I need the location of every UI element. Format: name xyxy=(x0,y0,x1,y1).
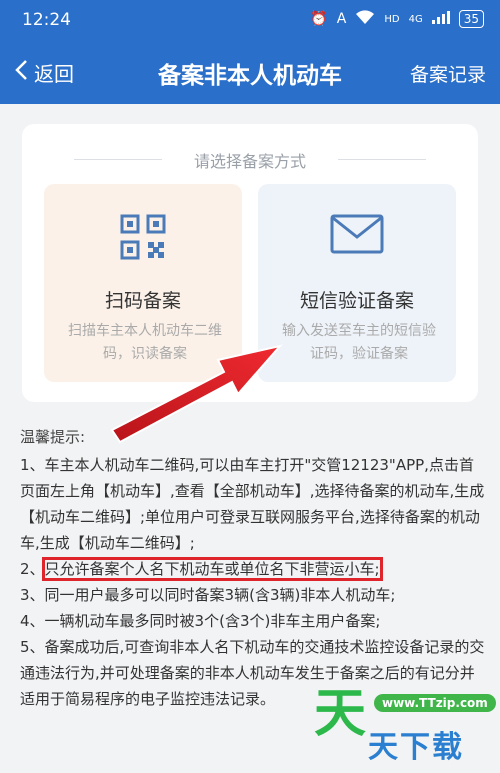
watermark-url: www.TTzip.com xyxy=(374,694,496,712)
notice-item-2-number: 2、 xyxy=(20,560,45,578)
scan-register-title: 扫码备案 xyxy=(104,290,181,312)
scan-register-card[interactable]: 扫码备案 扫描车主本人机动车二维码，识读备案 xyxy=(44,184,242,382)
nav-bar: 返回 备案非本人机动车 备案记录 xyxy=(0,40,500,104)
method-heading: 请选择备案方式 xyxy=(22,148,478,172)
notice-section: 温馨提示: 1、车主本人机动车二维码,可以由车主打开"交管12123"APP,点… xyxy=(20,424,486,712)
notice-item-2: 2、只允许备案个人名下机动车或单位名下非营运小车; xyxy=(20,556,486,582)
method-panel: 请选择备案方式 扫码备案 扫描车主本人机动车二维码，识读备案 短信验证备案 输入… xyxy=(22,124,478,402)
accessibility-icon: A xyxy=(336,11,347,27)
sms-verify-card[interactable]: 短信验证备案 输入发送至车主的短信验证码，验证备案 xyxy=(258,184,456,382)
qr-code-icon xyxy=(44,214,242,260)
notice-item-1: 1、车主本人机动车二维码,可以由车主打开"交管12123"APP,点击首页面左上… xyxy=(20,456,485,552)
sms-verify-description: 输入发送至车主的短信验证码，验证备案 xyxy=(282,323,436,362)
watermark: 天 www.TTzip.com 天下载 xyxy=(310,684,500,773)
hd-signal-label: HD xyxy=(384,13,400,25)
chevron-left-icon xyxy=(14,59,28,86)
notice-item-4: 4、一辆机动车最多同时被3个(含3个)非车主用户备案; xyxy=(20,612,381,630)
notice-heading: 温馨提示: xyxy=(20,428,86,446)
back-button[interactable]: 返回 xyxy=(14,58,74,87)
network-4g-label: 4G xyxy=(408,13,423,25)
status-time: 12:24 xyxy=(22,10,71,30)
status-icons: ⏰ A HD 4G 35 xyxy=(310,9,484,29)
scan-register-description: 扫描车主本人机动车二维码，识读备案 xyxy=(68,323,222,362)
notice-item-2-highlighted: 只允许备案个人名下机动车或单位名下非营运小车; xyxy=(41,557,383,581)
signal-icon xyxy=(431,10,450,28)
records-button[interactable]: 备案记录 xyxy=(410,60,486,87)
back-label: 返回 xyxy=(34,62,74,86)
watermark-text: 天下载 xyxy=(368,730,464,765)
notice-item-3: 3、同一用户最多可以同时备案3辆(含3辆)非本人机动车; xyxy=(20,586,396,604)
sms-verify-title: 短信验证备案 xyxy=(299,290,414,312)
watermark-logo-char: 天 xyxy=(314,684,367,744)
battery-icon: 35 xyxy=(458,10,484,28)
alarm-icon: ⏰ xyxy=(310,11,328,27)
envelope-icon xyxy=(258,214,456,254)
wifi-icon xyxy=(355,9,375,29)
status-bar: 12:24 ⏰ A HD 4G 35 xyxy=(0,0,500,40)
